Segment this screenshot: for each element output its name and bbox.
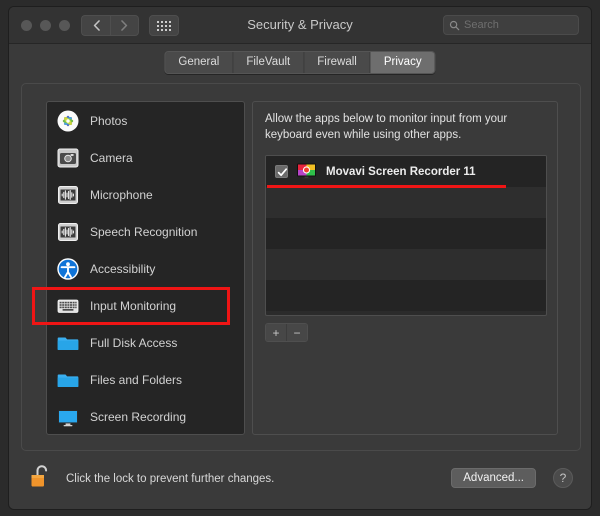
keyboard-icon — [57, 295, 79, 317]
folder-icon — [57, 369, 79, 391]
add-app-button[interactable]: + — [266, 324, 287, 341]
sidebar-item-camera[interactable]: Camera — [47, 139, 244, 176]
sidebar-item-photos[interactable]: Photos — [47, 102, 244, 139]
lock-button[interactable] — [29, 463, 53, 491]
sidebar-item-accessibility[interactable]: Accessibility — [47, 250, 244, 287]
folder-icon — [57, 332, 79, 354]
checkmark-icon — [277, 168, 288, 177]
minus-icon: − — [293, 325, 301, 340]
search-icon — [449, 20, 460, 30]
accessibility-icon — [57, 257, 79, 280]
lock-status-text: Click the lock to prevent further change… — [66, 473, 275, 485]
sidebar-item-label: Screen Recording — [90, 409, 187, 424]
sidebar-item-label: Files and Folders — [90, 372, 183, 387]
window-titlebar: Security & Privacy Search — [9, 7, 591, 44]
remove-app-button[interactable]: − — [287, 324, 307, 341]
sidebar-item-label: Photos — [90, 113, 128, 128]
tab-firewall[interactable]: Firewall — [304, 52, 371, 73]
allowed-apps-list[interactable]: Movavi Screen Recorder 11 — [265, 155, 547, 316]
sidebar-item-label: Speech Recognition — [90, 224, 198, 239]
app-enabled-checkbox[interactable] — [275, 165, 288, 178]
unlocked-padlock-icon — [31, 465, 48, 487]
bottom-bar: Click the lock to prevent further change… — [9, 451, 591, 509]
microphone-icon — [57, 184, 79, 206]
list-item-empty — [266, 280, 546, 311]
camera-icon — [57, 147, 79, 169]
sidebar-item-screen-recording[interactable]: Screen Recording — [47, 398, 244, 434]
speech-recognition-icon — [57, 221, 79, 243]
sidebar-item-speech-recognition[interactable]: Speech Recognition — [47, 213, 244, 250]
movavi-screen-recorder-icon — [296, 161, 317, 182]
tab-filevault[interactable]: FileVault — [233, 52, 305, 73]
privacy-pane: Photos Camera Microphone Speech Recognit… — [21, 83, 581, 451]
sidebar-item-microphone[interactable]: Microphone — [47, 176, 244, 213]
detail-description: Allow the apps below to monitor input fr… — [265, 113, 508, 141]
app-name: Movavi Screen Recorder 11 — [326, 165, 476, 178]
sidebar-item-label: Microphone — [90, 187, 153, 202]
display-icon — [57, 406, 79, 428]
tab-bar: General FileVault Firewall Privacy — [9, 44, 591, 78]
list-item[interactable]: Movavi Screen Recorder 11 — [266, 156, 546, 187]
security-privacy-window: Security & Privacy Search General FileVa… — [8, 6, 592, 510]
sidebar-item-label: Input Monitoring — [90, 298, 177, 313]
photos-icon — [57, 110, 79, 132]
advanced-button[interactable]: Advanced... — [451, 468, 536, 488]
sidebar-item-label: Full Disk Access — [90, 335, 178, 350]
list-item-empty — [266, 187, 546, 218]
search-placeholder: Search — [464, 19, 499, 31]
search-field[interactable]: Search — [443, 15, 579, 35]
list-item-empty — [266, 249, 546, 280]
privacy-category-list[interactable]: Photos Camera Microphone Speech Recognit… — [46, 101, 245, 435]
add-remove-buttons: + − — [265, 323, 308, 342]
tab-privacy[interactable]: Privacy — [370, 52, 435, 73]
sidebar-item-label: Accessibility — [90, 261, 156, 276]
tab-general[interactable]: General — [165, 52, 234, 73]
sidebar-item-full-disk-access[interactable]: Full Disk Access — [47, 324, 244, 361]
sidebar-item-label: Camera — [90, 150, 133, 165]
help-button[interactable]: ? — [553, 468, 573, 488]
plus-icon: + — [272, 325, 280, 340]
sidebar-item-input-monitoring[interactable]: Input Monitoring — [47, 287, 244, 324]
detail-panel: Allow the apps below to monitor input fr… — [252, 101, 558, 435]
list-item-empty — [266, 218, 546, 249]
sidebar-item-files-and-folders[interactable]: Files and Folders — [47, 361, 244, 398]
